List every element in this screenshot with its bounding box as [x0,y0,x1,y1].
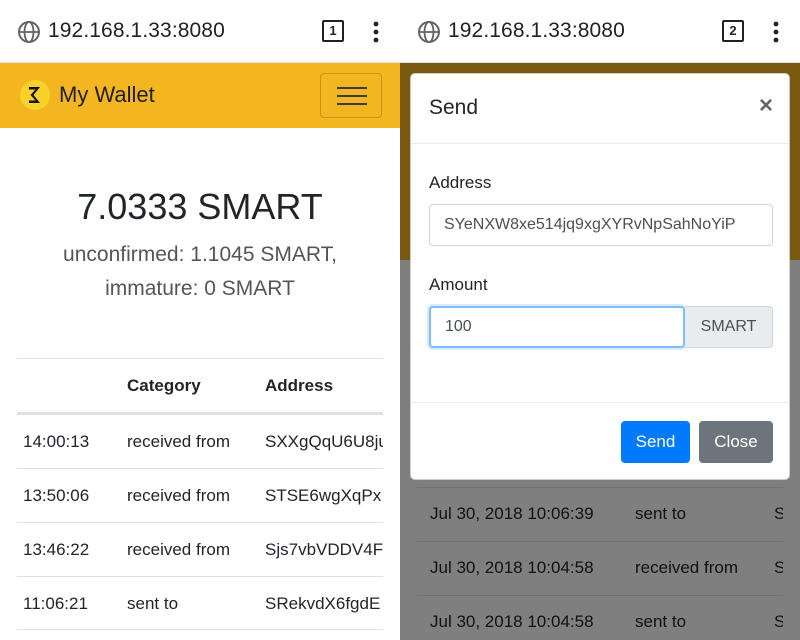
globe-icon [18,21,40,43]
row-address: STSE6wgXqPx [265,486,382,505]
close-icon[interactable]: × [759,92,773,120]
kebab-menu-icon[interactable] [766,20,786,44]
table-row: Jul 30, 2018 10:04:58 received from S [417,541,783,595]
kebab-menu-icon[interactable] [366,20,386,44]
immature-balance: immature: 0 SMART [105,277,295,300]
table-row[interactable]: 13:46:22 received from Sjs7vbVDDV4F [17,522,383,576]
table-row[interactable]: 14:00:13 received from SXXgQqU6U8ju [17,414,383,468]
tab-switcher-button[interactable]: 1 [322,20,344,42]
row-address: S [774,504,783,524]
unconfirmed-balance: unconfirmed: 1.1045 SMART, [63,243,337,266]
balance-amount: 7.0333 SMART [77,186,323,227]
wallet-home-screen: 192.168.1.33:8080 1 My Wallet 7.0333 SMA… [0,0,400,640]
url-text[interactable]: 192.168.1.33:8080 [448,19,625,43]
table-row[interactable]: 13:50:06 received from STSE6wgXqPx [17,468,383,522]
row-time: 11:06:21 [23,594,88,613]
row-category: sent to [635,612,687,631]
row-date: Jul 30, 2018 10:06:39 [430,504,594,523]
tab-switcher-button[interactable]: 2 [722,20,744,42]
row-category: received from [127,486,230,505]
hamburger-icon [337,87,367,89]
modal-header: Send × [411,74,789,144]
table-row[interactable]: 11:06:21 sent to SRekvdX6fgdE [17,576,383,630]
browser-address-bar[interactable]: 192.168.1.33:8080 2 [400,0,800,63]
row-time: 13:50:06 [23,486,90,505]
modal-title: Send [429,96,479,119]
currency-addon: SMART [685,306,773,348]
url-text[interactable]: 192.168.1.33:8080 [48,19,225,43]
row-category: received from [635,558,738,577]
send-button[interactable]: Send [621,421,690,463]
address-label: Address [429,173,492,192]
address-field[interactable]: SYeNXW8xe514jq9xgXYRvNpSahNoYiP [429,204,773,246]
row-address: SRekvdX6fgdE [265,594,381,613]
send-modal: Send × Address SYeNXW8xe514jq9xgXYRvNpSa… [410,73,790,480]
browser-address-bar[interactable]: 192.168.1.33:8080 1 [0,0,400,63]
header-address: Address [265,376,334,395]
row-category: received from [127,432,230,451]
row-date: Jul 30, 2018 10:04:58 [430,558,594,577]
navbar-toggle-button[interactable] [320,73,382,118]
close-button[interactable]: Close [699,421,773,463]
header-category: Category [127,376,201,395]
row-time: 14:00:13 [23,432,90,451]
row-date: Jul 30, 2018 10:04:58 [430,612,594,631]
table-row: Jul 30, 2018 10:04:58 sent to S [417,595,783,640]
globe-icon [418,21,440,43]
send-dialog-screen: 192.168.1.33:8080 2 Jul 30, 2018 10:06:3… [400,0,800,640]
row-time: 13:46:22 [23,540,90,559]
row-category: received from [127,540,230,559]
amount-label: Amount [429,275,488,294]
row-address: S [774,612,783,632]
modal-footer: Send Close [411,402,789,481]
row-category: sent to [127,594,179,613]
smartcash-logo-icon [20,80,50,110]
row-category: sent to [635,504,687,523]
amount-field[interactable]: 100 [429,306,685,348]
brand-title[interactable]: My Wallet [59,82,155,108]
row-address: SXXgQqU6U8ju [265,432,383,451]
table-row: Jul 30, 2018 10:06:39 sent to S [417,487,783,541]
row-address: Sjs7vbVDDV4F [265,540,383,559]
table-header-row: Category Address [17,358,383,414]
app-navbar: My Wallet [0,63,400,128]
row-address: S [774,558,783,578]
